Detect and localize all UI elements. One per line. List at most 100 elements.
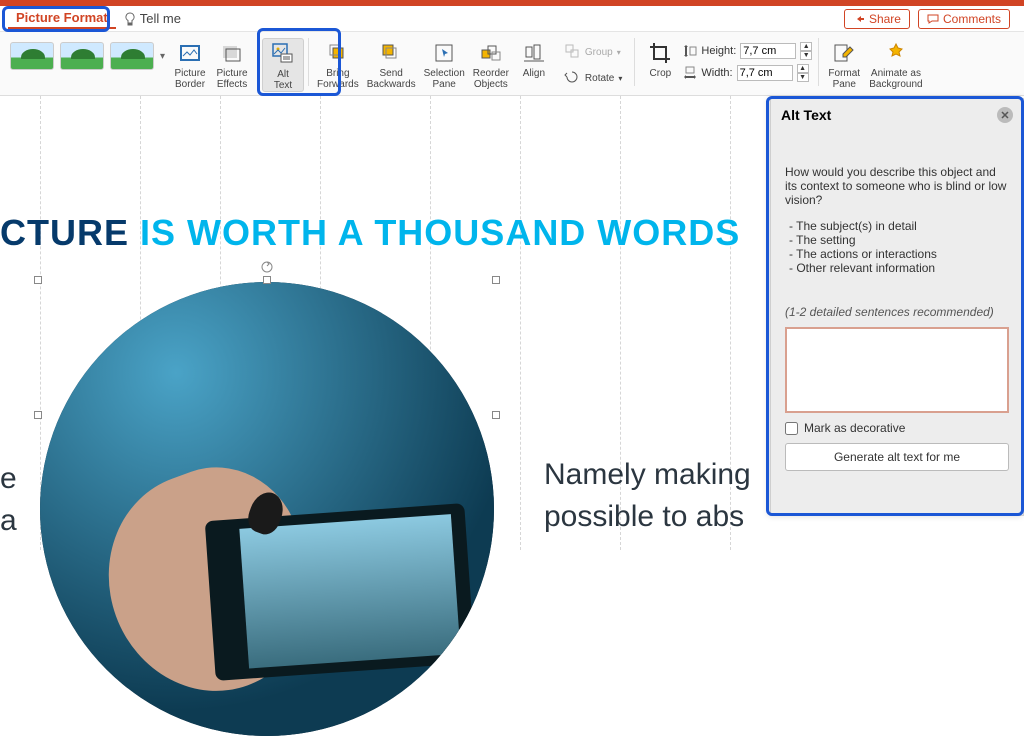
ribbon-separator xyxy=(634,38,635,86)
group-icon xyxy=(563,42,581,60)
comments-label: Comments xyxy=(943,12,1001,26)
width-icon xyxy=(683,66,697,80)
share-icon xyxy=(853,13,865,25)
mark-decorative-label: Mark as decorative xyxy=(804,421,905,435)
reorder-icon xyxy=(478,40,504,66)
bring-forwards-label: Bring Forwards xyxy=(317,68,359,90)
alt-text-textarea[interactable] xyxy=(785,327,1009,413)
selection-frame[interactable] xyxy=(38,280,496,550)
alt-text-label: Alt Text xyxy=(274,69,292,91)
tab-picture-format[interactable]: Picture Format xyxy=(8,8,116,29)
slide-title-b: IS WORTH A THOUSAND WORDS xyxy=(129,212,740,253)
picture-style-thumb[interactable] xyxy=(110,42,154,70)
list-item: Other relevant information xyxy=(789,261,1009,275)
alt-text-pane: Alt Text ✕ How would you describe this o… xyxy=(770,98,1024,516)
selection-pane-icon xyxy=(431,40,457,66)
tab-tell-me[interactable]: Tell me xyxy=(116,9,189,28)
ribbon-tab-row: Picture Format Tell me Share Comments xyxy=(0,6,1024,32)
reorder-objects-button[interactable]: Reorder Objects xyxy=(469,38,513,90)
resize-handle[interactable] xyxy=(492,411,500,419)
rotate-icon xyxy=(563,68,581,86)
height-stepper[interactable]: ▲▼ xyxy=(800,42,812,60)
animate-as-background-button[interactable]: Animate as Background xyxy=(865,38,926,90)
generate-alt-text-button[interactable]: Generate alt text for me xyxy=(785,443,1009,471)
bring-forward-icon xyxy=(325,40,351,66)
pane-title: Alt Text xyxy=(781,107,831,123)
picture-style-thumb[interactable] xyxy=(60,42,104,70)
bring-forwards-button[interactable]: Bring Forwards xyxy=(313,38,363,90)
align-label: Align xyxy=(523,68,545,79)
text-line: e xyxy=(0,458,17,500)
list-item: The subject(s) in detail xyxy=(789,219,1009,233)
text-line: Namely making xyxy=(544,454,751,496)
crop-icon xyxy=(647,40,673,66)
height-icon xyxy=(683,44,697,58)
picture-styles-gallery[interactable]: ▾ xyxy=(6,38,169,74)
picture-style-thumb[interactable] xyxy=(10,42,54,70)
tab-tell-me-label: Tell me xyxy=(140,11,181,26)
format-pane-button[interactable]: Format Pane xyxy=(823,38,865,90)
group-button: Group▾ xyxy=(559,40,626,62)
animate-bg-icon xyxy=(883,40,909,66)
format-pane-label: Format Pane xyxy=(828,68,860,90)
rotate-label: Rotate xyxy=(585,73,614,84)
slide-text-left: e a xyxy=(0,458,17,542)
slide-text-right: Namely making possible to abs xyxy=(544,454,751,538)
comments-button[interactable]: Comments xyxy=(918,9,1010,29)
slide-title-a: CTURE xyxy=(0,212,129,253)
crop-label: Crop xyxy=(650,68,672,79)
alt-text-icon xyxy=(270,41,296,67)
pane-recommendation: (1-2 detailed sentences recommended) xyxy=(785,305,1009,319)
animate-bg-label: Animate as Background xyxy=(869,68,922,90)
selection-pane-label: Selection Pane xyxy=(424,68,465,90)
size-group: Height: ▲▼ Width: ▲▼ xyxy=(681,38,814,86)
lightbulb-icon xyxy=(124,12,136,26)
picture-border-button[interactable]: Picture Border xyxy=(169,38,211,90)
pane-prompt: How would you describe this object and i… xyxy=(785,165,1009,207)
ribbon-separator xyxy=(308,38,309,86)
height-input[interactable] xyxy=(740,43,796,59)
rotate-handle-icon[interactable] xyxy=(260,260,274,274)
picture-border-label: Picture Border xyxy=(174,68,205,90)
align-icon xyxy=(521,40,547,66)
width-label: Width: xyxy=(701,67,732,79)
width-input[interactable] xyxy=(737,65,793,81)
text-line: possible to abs xyxy=(544,496,751,538)
height-label: Height: xyxy=(701,45,736,57)
ribbon-separator xyxy=(257,38,258,86)
selection-pane-button[interactable]: Selection Pane xyxy=(420,38,469,90)
mark-decorative-input[interactable] xyxy=(785,422,798,435)
send-backwards-button[interactable]: Send Backwards xyxy=(363,38,420,90)
share-label: Share xyxy=(869,12,901,26)
reorder-label: Reorder Objects xyxy=(473,68,509,90)
format-pane-icon xyxy=(831,40,857,66)
picture-effects-label: Picture Effects xyxy=(216,68,247,90)
alt-text-button[interactable]: Alt Text xyxy=(262,38,304,92)
picture-border-icon xyxy=(177,40,203,66)
share-button[interactable]: Share xyxy=(844,9,910,29)
send-backwards-label: Send Backwards xyxy=(367,68,416,90)
resize-handle[interactable] xyxy=(34,276,42,284)
list-item: The setting xyxy=(789,233,1009,247)
group-label: Group xyxy=(585,47,613,58)
gallery-more-icon[interactable]: ▾ xyxy=(160,51,165,62)
resize-handle[interactable] xyxy=(34,411,42,419)
align-button[interactable]: Align xyxy=(513,38,555,79)
width-stepper[interactable]: ▲▼ xyxy=(797,64,809,82)
crop-button[interactable]: Crop xyxy=(639,38,681,79)
picture-effects-icon xyxy=(219,40,245,66)
send-backward-icon xyxy=(378,40,404,66)
ribbon-toolbar: ▾ Picture Border Picture Effects Alt Tex… xyxy=(0,32,1024,96)
resize-handle[interactable] xyxy=(492,276,500,284)
list-item: The actions or interactions xyxy=(789,247,1009,261)
pane-hint-list: The subject(s) in detail The setting The… xyxy=(789,219,1009,275)
close-icon[interactable]: ✕ xyxy=(997,107,1013,123)
resize-handle[interactable] xyxy=(263,276,271,284)
picture-effects-button[interactable]: Picture Effects xyxy=(211,38,253,90)
slide-title: CTURE IS WORTH A THOUSAND WORDS xyxy=(0,212,740,254)
rotate-button[interactable]: Rotate▾ xyxy=(559,66,626,88)
comment-icon xyxy=(927,13,939,25)
ribbon-separator xyxy=(818,38,819,86)
text-line: a xyxy=(0,500,17,542)
mark-decorative-checkbox[interactable]: Mark as decorative xyxy=(785,421,1009,435)
